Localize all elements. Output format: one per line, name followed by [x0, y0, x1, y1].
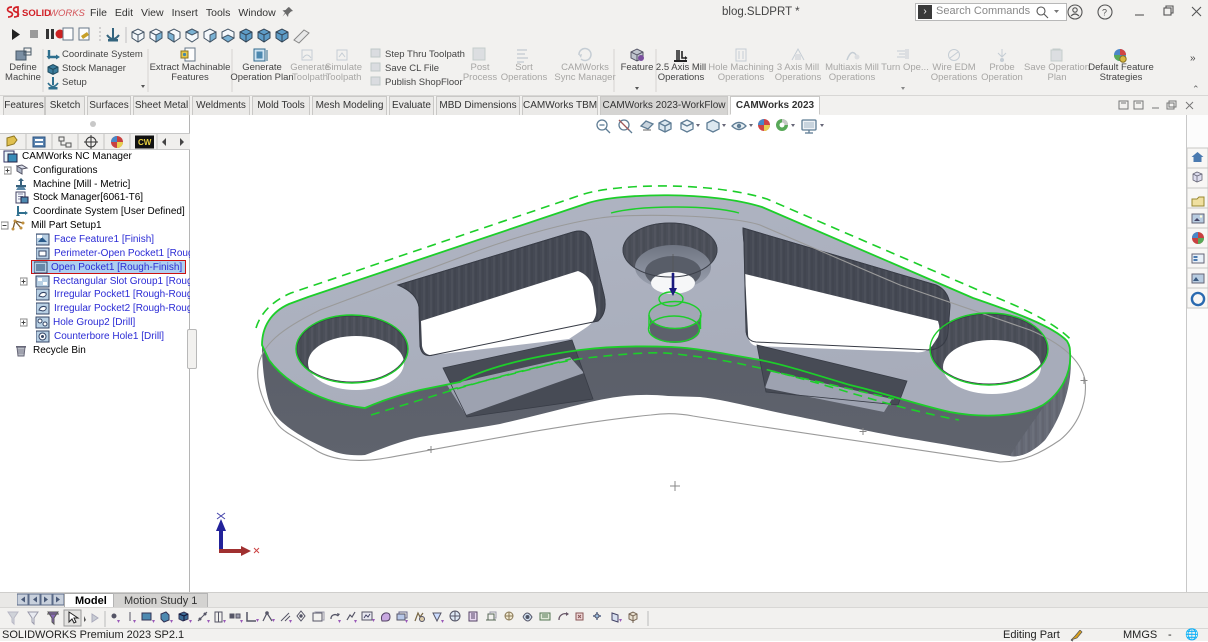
svg-text:SOLID: SOLID — [22, 8, 51, 19]
svg-text:⌃: ⌃ — [1192, 84, 1200, 94]
svg-text:WORKS: WORKS — [49, 8, 85, 19]
svg-text:?: ? — [1102, 8, 1107, 18]
svg-text:»: » — [1190, 53, 1196, 64]
